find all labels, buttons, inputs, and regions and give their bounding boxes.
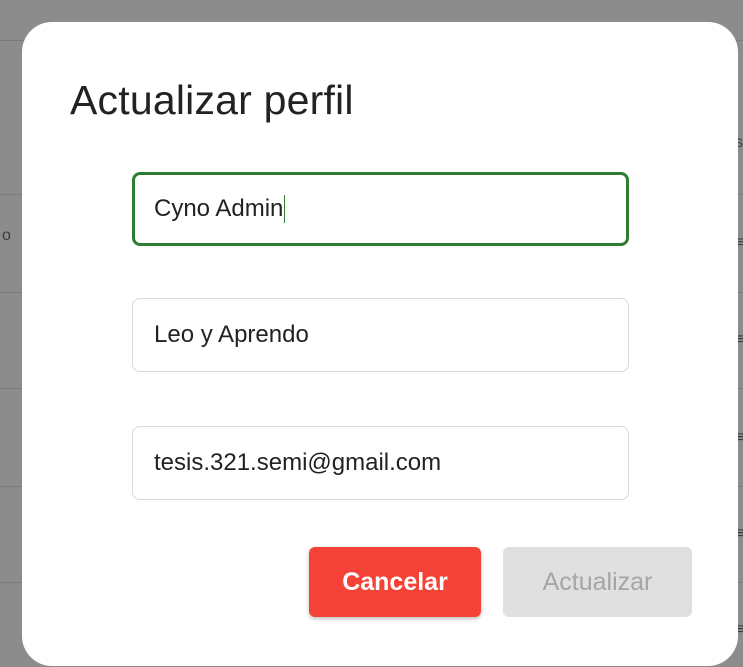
text-caret xyxy=(284,195,286,223)
background-text-fragment: o xyxy=(2,227,11,244)
dialog-title: Actualizar perfil xyxy=(70,77,354,123)
name-input[interactable]: Cyno Admin xyxy=(154,195,283,223)
institution-field[interactable]: Leo y Aprendo xyxy=(132,298,629,372)
update-profile-dialog: Actualizar perfil Cyno Admin Leo y Apren… xyxy=(22,22,738,666)
email-input[interactable]: tesis.321.semi@gmail.com xyxy=(154,449,441,477)
email-field[interactable]: tesis.321.semi@gmail.com xyxy=(132,426,629,500)
update-button[interactable]: Actualizar xyxy=(503,547,692,617)
name-field[interactable]: Cyno Admin xyxy=(132,172,629,246)
cancel-button[interactable]: Cancelar xyxy=(309,547,481,617)
institution-input[interactable]: Leo y Aprendo xyxy=(154,321,309,349)
